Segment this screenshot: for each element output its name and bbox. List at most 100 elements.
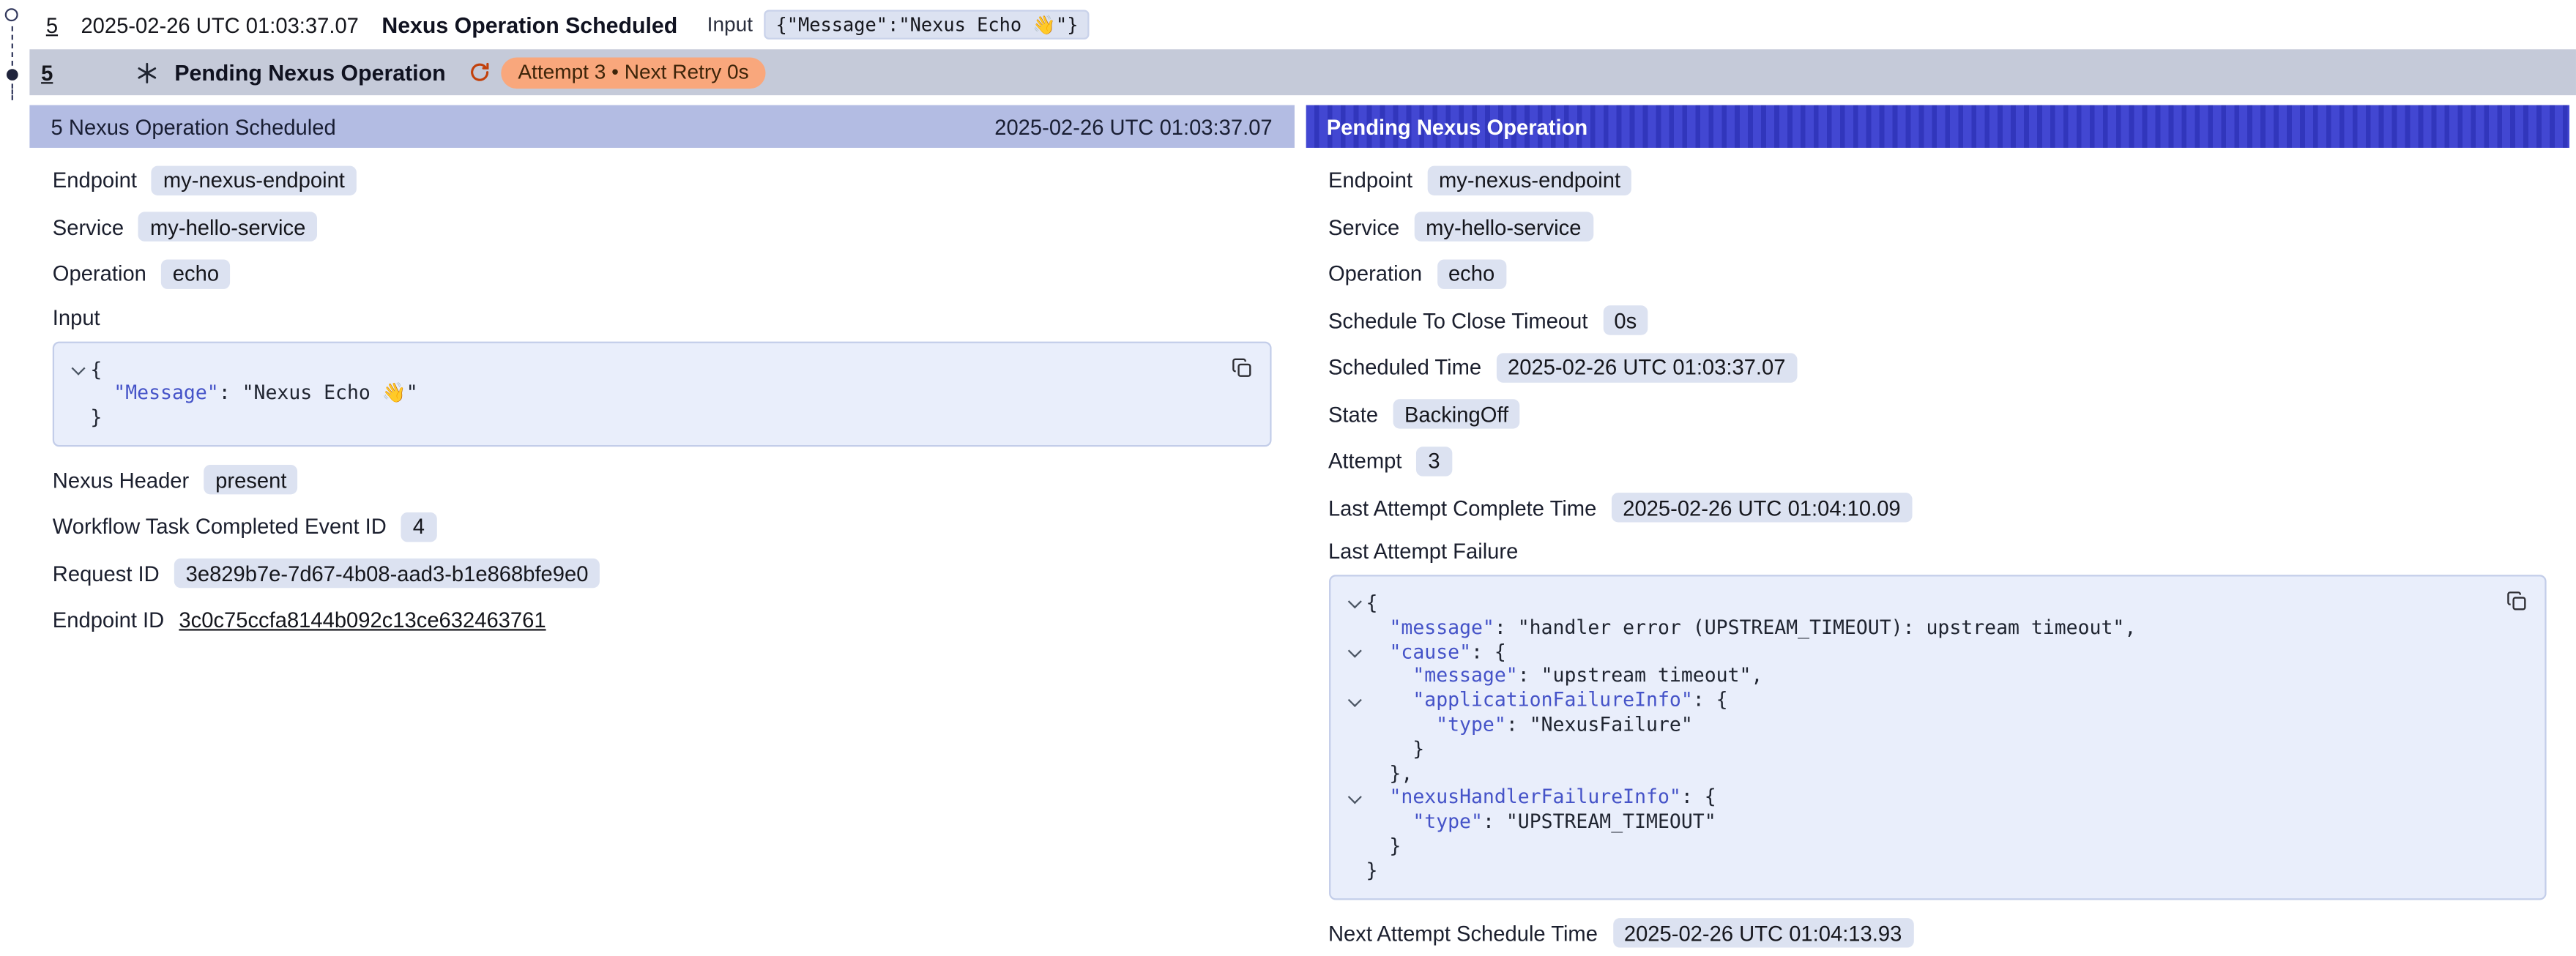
field-label: Endpoint ID bbox=[53, 608, 164, 633]
timeline-connector bbox=[11, 83, 12, 100]
code-gutter bbox=[1340, 761, 1366, 785]
code-text: { bbox=[90, 357, 102, 381]
field-value-chip: 2025-02-26 UTC 01:04:10.09 bbox=[1612, 493, 1913, 522]
field-label: Attempt bbox=[1328, 449, 1402, 474]
copy-icon[interactable] bbox=[1226, 352, 1256, 381]
code-text: "type": "UPSTREAM_TIMEOUT" bbox=[1366, 810, 1716, 834]
code-gutter bbox=[1340, 664, 1366, 688]
code-text: } bbox=[1366, 834, 1401, 859]
code-gutter bbox=[64, 406, 91, 430]
timeline-gutter bbox=[0, 0, 29, 956]
retry-refresh-icon bbox=[469, 61, 491, 83]
event-title: Pending Nexus Operation bbox=[174, 60, 445, 85]
pending-panel-title: Pending Nexus Operation bbox=[1327, 114, 1588, 139]
field-label: Nexus Header bbox=[53, 468, 189, 493]
field-label: Scheduled Time bbox=[1328, 355, 1481, 380]
field-value-chip: 2025-02-26 UTC 01:04:13.93 bbox=[1612, 918, 1913, 947]
field-row-schedule-to-close-timeout: Schedule To Close Timeout 0s bbox=[1328, 305, 2547, 336]
field-label: Last Attempt Complete Time bbox=[1328, 495, 1596, 520]
field-value-chip: echo bbox=[161, 258, 231, 288]
code-gutter bbox=[64, 381, 91, 406]
field-row-attempt: Attempt 3 bbox=[1328, 445, 2547, 477]
code-line: "type": "NexusFailure" bbox=[1340, 713, 2489, 737]
field-row-workflow-task-completed-event-id: Workflow Task Completed Event ID 4 bbox=[53, 512, 1271, 543]
field-label: Operation bbox=[53, 261, 146, 286]
field-row-next-attempt-schedule-time: Next Attempt Schedule Time 2025-02-26 UT… bbox=[1328, 917, 2547, 949]
code-line: "nexusHandlerFailureInfo": { bbox=[1340, 785, 2489, 810]
field-value-chip: my-hello-service bbox=[138, 212, 317, 241]
field-value-chip: my-hello-service bbox=[1414, 212, 1593, 241]
field-label: Schedule To Close Timeout bbox=[1328, 308, 1588, 333]
copy-icon[interactable] bbox=[2502, 586, 2531, 616]
collapse-chevron-icon[interactable] bbox=[1340, 688, 1366, 712]
field-label: Operation bbox=[1328, 261, 1422, 286]
code-text: "type": "NexusFailure" bbox=[1366, 713, 1693, 737]
field-row-operation: Operation echo bbox=[53, 258, 1271, 289]
last-attempt-failure-label: Last Attempt Failure bbox=[1328, 539, 2547, 564]
input-json-viewer: { "Message": "Nexus Echo 👋"} bbox=[53, 341, 1271, 447]
scheduled-panel-body: Endpoint my-nexus-endpoint Service my-he… bbox=[29, 148, 1293, 652]
code-text: }, bbox=[1366, 761, 1413, 785]
field-value-chip: 4 bbox=[401, 512, 436, 542]
timeline-current-node-icon bbox=[7, 69, 18, 81]
code-text: } bbox=[1366, 737, 1425, 761]
retry-attempt-badge: Attempt 3 • Next Retry 0s bbox=[502, 56, 765, 88]
code-text: "applicationFailureInfo": { bbox=[1366, 688, 1728, 712]
scheduled-panel-header: 5 Nexus Operation Scheduled 2025-02-26 U… bbox=[29, 105, 1293, 148]
endpoint-id-link[interactable]: 3c0c75ccfa8144b092c13ce632463761 bbox=[179, 608, 546, 633]
code-gutter bbox=[1340, 834, 1366, 859]
field-value-chip: BackingOff bbox=[1393, 399, 1520, 428]
code-line: "message": "upstream timeout", bbox=[1340, 664, 2489, 688]
pending-panel-body: Endpoint my-nexus-endpoint Service my-he… bbox=[1306, 148, 2569, 956]
code-line: } bbox=[64, 406, 1213, 430]
code-line: "Message": "Nexus Echo 👋" bbox=[64, 381, 1213, 406]
code-gutter bbox=[1340, 713, 1366, 737]
code-line: } bbox=[1340, 737, 2489, 761]
code-gutter bbox=[1340, 810, 1366, 834]
code-text: "cause": { bbox=[1366, 640, 1506, 664]
field-label: Request ID bbox=[53, 561, 160, 586]
field-row-service: Service my-hello-service bbox=[53, 211, 1271, 242]
event-row-pending-nexus-operation[interactable]: 5 Pending Nexus Operation Attempt 3 • Ne… bbox=[29, 49, 2576, 95]
scheduled-event-panel: 5 Nexus Operation Scheduled 2025-02-26 U… bbox=[29, 105, 1293, 946]
event-id-link[interactable]: 5 bbox=[46, 12, 58, 37]
collapse-chevron-icon[interactable] bbox=[1340, 591, 1366, 616]
field-row-endpoint: Endpoint my-nexus-endpoint bbox=[53, 164, 1271, 195]
field-value-chip: present bbox=[204, 466, 298, 495]
field-row-scheduled-time: Scheduled Time 2025-02-26 UTC 01:03:37.0… bbox=[1328, 351, 2547, 383]
code-line: "applicationFailureInfo": { bbox=[1340, 688, 2489, 712]
code-text: "message": "handler error (UPSTREAM_TIME… bbox=[1366, 616, 2137, 640]
event-id-link[interactable]: 5 bbox=[41, 60, 53, 85]
collapse-chevron-icon[interactable] bbox=[1340, 640, 1366, 664]
event-history-content: 5 2025-02-26 UTC 01:03:37.07 Nexus Opera… bbox=[29, 0, 2576, 946]
field-label: State bbox=[1328, 402, 1378, 427]
code-gutter bbox=[1340, 737, 1366, 761]
field-label: Workflow Task Completed Event ID bbox=[53, 515, 387, 539]
nexus-asterisk-icon bbox=[135, 60, 160, 85]
code-line: } bbox=[1340, 859, 2489, 883]
code-line: { bbox=[1340, 591, 2489, 616]
input-preview-chip: {"Message":"Nexus Echo 👋"} bbox=[764, 10, 1090, 39]
collapse-chevron-icon[interactable] bbox=[64, 357, 91, 381]
input-section-label: Input bbox=[53, 305, 1271, 329]
collapse-chevron-icon[interactable] bbox=[1340, 785, 1366, 810]
field-value-chip: 3e829b7e-7d67-4b08-aad3-b1e868bfe9e0 bbox=[174, 559, 600, 589]
field-label: Endpoint bbox=[53, 168, 137, 193]
timeline-connector bbox=[11, 26, 12, 66]
field-value-chip: 2025-02-26 UTC 01:03:37.07 bbox=[1496, 352, 1797, 381]
field-label: Service bbox=[1328, 214, 1399, 239]
field-row-service: Service my-hello-service bbox=[1328, 211, 2547, 242]
code-line: { bbox=[64, 357, 1213, 381]
code-text: "message": "upstream timeout", bbox=[1366, 664, 1763, 688]
field-row-request-id: Request ID 3e829b7e-7d67-4b08-aad3-b1e86… bbox=[53, 559, 1271, 590]
event-timestamp: 2025-02-26 UTC 01:03:37.07 bbox=[81, 12, 358, 37]
code-line: "cause": { bbox=[1340, 640, 2489, 664]
code-text: { bbox=[1366, 591, 1378, 616]
code-line: "message": "handler error (UPSTREAM_TIME… bbox=[1340, 616, 2489, 640]
field-row-nexus-header: Nexus Header present bbox=[53, 465, 1271, 496]
code-text: } bbox=[90, 406, 102, 430]
field-row-state: State BackingOff bbox=[1328, 398, 2547, 430]
field-row-endpoint-id: Endpoint ID 3c0c75ccfa8144b092c13ce63246… bbox=[53, 605, 1271, 637]
event-row-nexus-operation-scheduled[interactable]: 5 2025-02-26 UTC 01:03:37.07 Nexus Opera… bbox=[29, 0, 2576, 49]
event-title: Nexus Operation Scheduled bbox=[381, 12, 677, 37]
